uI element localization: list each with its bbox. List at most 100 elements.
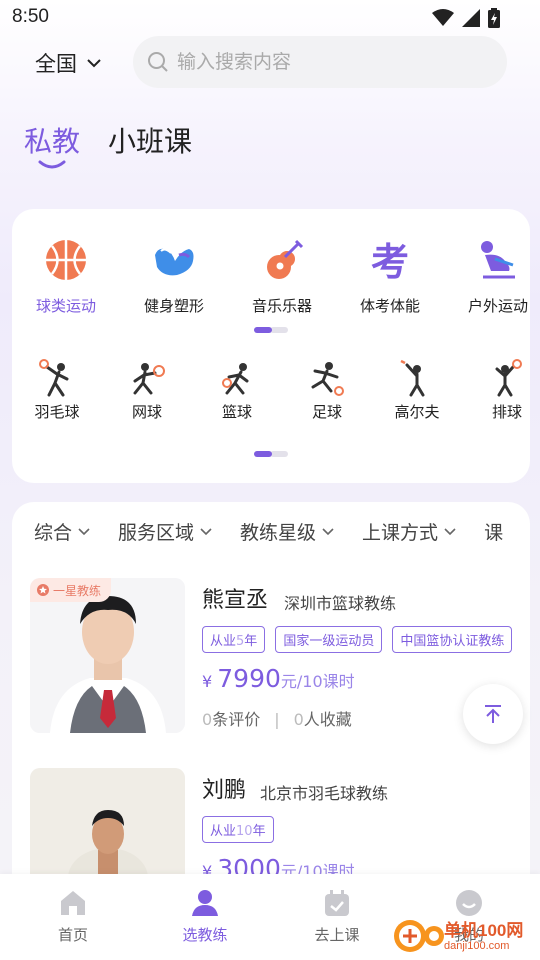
- basketball-player-icon: [222, 363, 249, 395]
- calendar-icon: [325, 890, 349, 916]
- skating-icon: [481, 241, 515, 279]
- sport-badminton[interactable]: 羽毛球: [22, 359, 92, 422]
- filter-bar: 综合 服务区域 教练星级 上课方式 课: [34, 518, 503, 545]
- watermark: 单机100网 danji100.com: [392, 912, 540, 960]
- filter-overall[interactable]: 综合: [34, 518, 90, 545]
- back-to-top-button[interactable]: [463, 684, 523, 744]
- coach-tag: 从业10年: [202, 816, 274, 843]
- nav-choose-coach[interactable]: 选教练: [160, 888, 250, 945]
- search-box[interactable]: [133, 36, 507, 88]
- category-row: 球类运动 健身塑形 音乐乐器 考 体考体能 户外运动: [12, 237, 530, 317]
- review-count: 0: [202, 710, 213, 729]
- top-bar: 全国: [0, 36, 540, 90]
- category-label: 健身塑形: [143, 297, 204, 315]
- badminton-player-icon: [39, 359, 69, 397]
- exam-icon: 考: [371, 240, 409, 283]
- search-input[interactable]: [177, 51, 477, 73]
- coach-title: 深圳市篮球教练: [284, 594, 397, 613]
- sport-soccer[interactable]: 足球: [292, 359, 362, 422]
- category-outdoor[interactable]: 户外运动: [444, 237, 530, 316]
- chevron-down-icon: [78, 527, 90, 535]
- status-bar: 8:50: [0, 0, 540, 36]
- tab-private-label: 私教: [24, 125, 81, 158]
- sport-label: 高尔夫: [394, 403, 440, 421]
- chevron-down-icon: [200, 527, 212, 535]
- arrow-up-icon: [485, 705, 501, 723]
- sport-basketball[interactable]: 篮球: [202, 359, 272, 422]
- favorite-label: 人收藏: [303, 710, 352, 729]
- coach-tag: 中国篮协认证教练: [392, 626, 513, 653]
- category-page-indicator: [254, 327, 288, 333]
- muscle-icon: [155, 248, 194, 276]
- mode-tabs: 私教 小班课: [24, 120, 192, 169]
- nav-attend-class[interactable]: 去上课: [292, 888, 382, 945]
- tab-small-class[interactable]: 小班课: [108, 120, 192, 160]
- sport-label: 羽毛球: [34, 403, 80, 421]
- coach-photo: 一星教练: [30, 578, 185, 733]
- category-exam[interactable]: 考 体考体能: [336, 237, 444, 316]
- nav-label: 去上课: [314, 926, 360, 944]
- category-music[interactable]: 音乐乐器: [228, 237, 336, 316]
- watermark-logo: [394, 920, 444, 952]
- coach-tag: 从业5年: [202, 626, 266, 653]
- filter-label: 综合: [34, 522, 73, 544]
- guitar-icon: [267, 239, 304, 279]
- status-icons: [432, 8, 500, 28]
- sport-label: 足球: [311, 403, 342, 421]
- svg-text:考: 考: [371, 240, 409, 283]
- filter-coach-level[interactable]: 教练星级: [240, 518, 334, 545]
- sport-label: 篮球: [221, 403, 252, 421]
- coach-level-badge: 一星教练: [30, 578, 112, 602]
- tab-small-class-label: 小班课: [108, 125, 193, 158]
- category-label: 音乐乐器: [251, 297, 312, 315]
- filter-label: 教练星级: [240, 522, 317, 544]
- nav-label: 首页: [57, 926, 88, 944]
- coach-title: 北京市羽毛球教练: [260, 784, 389, 803]
- sport-row: 羽毛球 网球 篮球 足球 高尔夫 排球: [12, 359, 530, 429]
- coach-tags: 从业5年 国家一级运动员 中国篮协认证教练: [202, 626, 513, 653]
- coach-tag: 国家一级运动员: [275, 626, 383, 653]
- sport-page-indicator: [254, 451, 288, 457]
- nav-label: 选教练: [182, 926, 228, 944]
- category-label: 户外运动: [467, 297, 528, 315]
- tab-private[interactable]: 私教: [24, 120, 81, 169]
- signal-icon: [462, 9, 480, 27]
- region-label: 全国: [35, 52, 77, 76]
- search-icon: [148, 52, 168, 72]
- person-icon: [192, 890, 218, 916]
- sport-volleyball[interactable]: 排球: [472, 359, 530, 422]
- sport-golf[interactable]: 高尔夫: [382, 359, 452, 422]
- filter-label: 服务区域: [118, 522, 195, 544]
- coach-name: 熊宣丞: [202, 588, 269, 613]
- filter-course[interactable]: 课: [484, 518, 503, 545]
- sport-tennis[interactable]: 网球: [112, 359, 182, 422]
- coach-price: ¥ 7990元/10课时: [202, 664, 355, 693]
- coach-card[interactable]: 一星教练 熊宣丞 深圳市篮球教练 从业5年 国家一级运动员 中国篮协认证教练 ¥…: [30, 578, 530, 738]
- nav-home[interactable]: 首页: [28, 888, 118, 945]
- region-selector[interactable]: 全国: [35, 48, 101, 78]
- watermark-url: danji100.com: [444, 940, 510, 952]
- sport-label: 网球: [131, 403, 162, 421]
- chevron-down-icon: [87, 59, 101, 68]
- coach-tags: 从业10年: [202, 816, 274, 843]
- category-label: 球类运动: [35, 297, 96, 315]
- category-ball-sports[interactable]: 球类运动: [12, 237, 120, 316]
- basketball-icon: [46, 240, 86, 280]
- filter-label: 课: [484, 522, 504, 544]
- home-icon: [61, 891, 85, 915]
- category-fitness[interactable]: 健身塑形: [120, 237, 228, 316]
- status-time: 8:50: [12, 6, 49, 27]
- volleyball-player-icon: [495, 359, 522, 397]
- wifi-icon: [432, 9, 454, 26]
- golf-player-icon: [400, 359, 425, 397]
- category-card: 球类运动 健身塑形 音乐乐器 考 体考体能 户外运动 羽毛球 网球 篮球 足球 …: [12, 209, 530, 483]
- watermark-text: 单机100网: [444, 921, 524, 940]
- soccer-player-icon: [311, 362, 344, 396]
- coach-level-text: 一星教练: [53, 583, 102, 598]
- filter-label: 上课方式: [362, 522, 439, 544]
- filter-service-area[interactable]: 服务区域: [118, 518, 212, 545]
- price-currency: ¥: [202, 672, 213, 691]
- tennis-player-icon: [133, 363, 165, 395]
- filter-class-mode[interactable]: 上课方式: [362, 518, 456, 545]
- tab-active-indicator: [38, 160, 66, 169]
